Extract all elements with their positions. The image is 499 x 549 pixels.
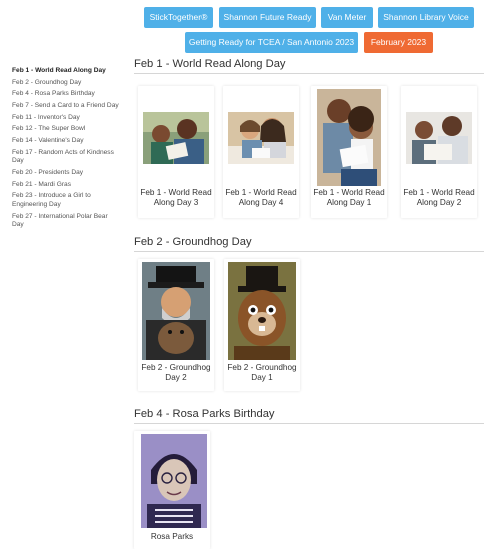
card-caption: Feb 2 - Groundhog Day 1 xyxy=(227,363,297,383)
card-caption: Feb 1 - World Read Along Day 3 xyxy=(140,188,212,208)
section-world-read-along-day: Feb 1 - World Read Along Day Feb 1 - Wor… xyxy=(134,58,484,218)
sidebar: Feb 1 - World Read Along Day Feb 2 - Gro… xyxy=(12,67,120,233)
sidebar-item-groundhog-day[interactable]: Feb 2 - Groundhog Day xyxy=(12,79,120,88)
sidebar-item-valentines-day[interactable]: Feb 14 - Valentine's Day xyxy=(12,137,120,146)
father-son-reading-image xyxy=(406,112,472,164)
sidebar-item-rosa-parks-birthday[interactable]: Feb 4 - Rosa Parks Birthday xyxy=(12,90,120,99)
card-caption: Feb 1 - World Read Along Day 1 xyxy=(313,188,385,208)
nav-button-van-meter[interactable]: Van Meter xyxy=(321,7,373,28)
section-groundhog-day: Feb 2 - Groundhog Day Feb 2 - Groundhog … xyxy=(134,236,484,391)
sidebar-item-send-a-card[interactable]: Feb 7 - Send a Card to a Friend Day xyxy=(12,102,120,111)
father-daughter-reading-image xyxy=(317,89,381,186)
card-caption: Feb 1 - World Read Along Day 4 xyxy=(225,188,297,208)
sidebar-item-presidents-day[interactable]: Feb 20 - Presidents Day xyxy=(12,169,120,178)
card-rosa-parks[interactable]: Rosa Parks xyxy=(134,431,210,549)
card-world-read-along-1[interactable]: Feb 1 - World Read Along Day 1 xyxy=(311,86,387,218)
nav-button-sticktogether[interactable]: StickTogether® xyxy=(144,7,213,28)
card-caption: Feb 2 - Groundhog Day 2 xyxy=(141,363,211,383)
nav-button-tcea-2023[interactable]: Getting Ready for TCEA / San Antonio 202… xyxy=(185,32,358,53)
sidebar-item-super-bowl[interactable]: Feb 12 - The Super Bowl xyxy=(12,125,120,134)
section-title: Feb 4 - Rosa Parks Birthday xyxy=(134,408,484,424)
sidebar-item-inventors-day[interactable]: Feb 11 - Inventor's Day xyxy=(12,114,120,123)
nav-button-shannon-future-ready[interactable]: Shannon Future Ready xyxy=(219,7,316,28)
top-navigation: StickTogether® Shannon Future Ready Van … xyxy=(0,0,499,60)
section-title: Feb 2 - Groundhog Day xyxy=(134,236,484,252)
groundhog-top-hat-image xyxy=(228,262,296,360)
mother-child-reading-image xyxy=(228,112,294,164)
card-groundhog-day-1[interactable]: Feb 2 - Groundhog Day 1 xyxy=(224,259,300,391)
card-groundhog-day-2[interactable]: Feb 2 - Groundhog Day 2 xyxy=(138,259,214,391)
section-title: Feb 1 - World Read Along Day xyxy=(134,58,484,74)
sidebar-item-girl-to-engineering[interactable]: Feb 23 - Introduce a Girl to Engineering… xyxy=(12,192,120,209)
sidebar-item-polar-bear-day[interactable]: Feb 27 - International Polar Bear Day xyxy=(12,213,120,230)
sidebar-item-mardi-gras[interactable]: Feb 21 - Mardi Gras xyxy=(12,181,120,190)
card-caption: Rosa Parks xyxy=(150,532,194,541)
card-world-read-along-4[interactable]: Feb 1 - World Read Along Day 4 xyxy=(223,86,299,218)
sidebar-item-random-acts-of-kindness[interactable]: Feb 17 - Random Acts of Kindness Day xyxy=(12,149,120,166)
father-child-reading-image xyxy=(143,112,209,164)
card-world-read-along-3[interactable]: Feb 1 - World Read Along Day 3 xyxy=(138,86,214,218)
card-caption: Feb 1 - World Read Along Day 2 xyxy=(403,188,475,208)
section-rosa-parks-birthday: Feb 4 - Rosa Parks Birthday Rosa Parks xyxy=(134,408,484,549)
sidebar-item-world-read-along-day[interactable]: Feb 1 - World Read Along Day xyxy=(12,67,120,76)
nav-button-february-2023[interactable]: February 2023 xyxy=(364,32,433,53)
man-holding-groundhog-image xyxy=(142,262,210,360)
card-world-read-along-2[interactable]: Feb 1 - World Read Along Day 2 xyxy=(401,86,477,218)
rosa-parks-portrait-image xyxy=(141,434,207,528)
nav-button-shannon-library-voice[interactable]: Shannon Library Voice xyxy=(378,7,474,28)
